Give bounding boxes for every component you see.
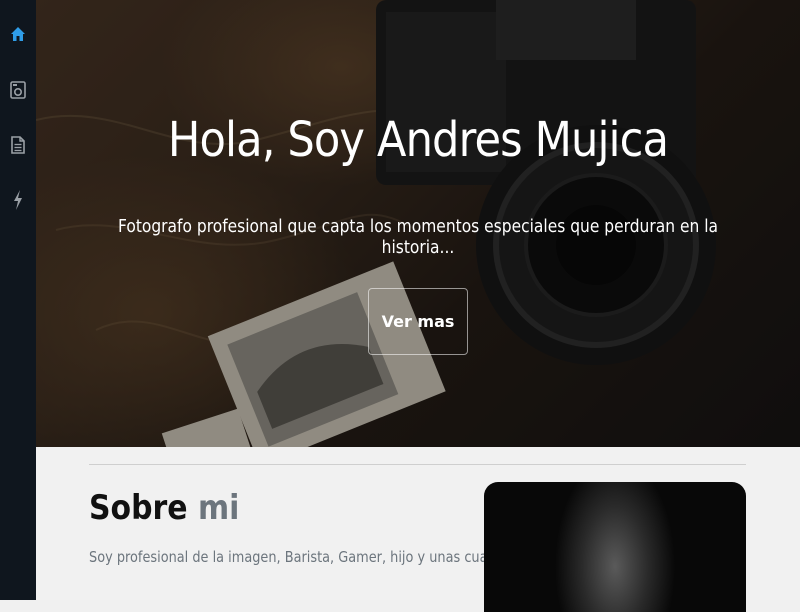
home-icon: [11, 27, 25, 41]
about-title-accent: mi: [197, 488, 240, 528]
sidebar-item-home[interactable]: [0, 14, 36, 54]
section-divider: [89, 464, 746, 465]
hero-title: Hola, Soy Andres Mujica: [167, 112, 669, 168]
document-icon: [11, 136, 25, 154]
hero-section: Hola, Soy Andres Mujica Fotografo profes…: [36, 0, 800, 447]
hero-subtitle: Fotografo profesional que capta los mome…: [117, 216, 718, 258]
sidebar-item-resume[interactable]: [0, 125, 36, 165]
sidebar: [0, 0, 36, 600]
sidebar-item-gallery[interactable]: [0, 70, 36, 110]
about-title-main: Sobre: [89, 488, 188, 528]
see-more-button[interactable]: Ver mas: [368, 288, 468, 355]
about-title: Sobre mi: [89, 488, 239, 528]
camera-icon: [10, 81, 26, 99]
about-section: Sobre mi Soy profesional de la imagen, B…: [36, 447, 800, 612]
lightning-icon: [14, 190, 22, 210]
sidebar-item-services[interactable]: [0, 180, 36, 220]
profile-photo: [484, 482, 746, 612]
